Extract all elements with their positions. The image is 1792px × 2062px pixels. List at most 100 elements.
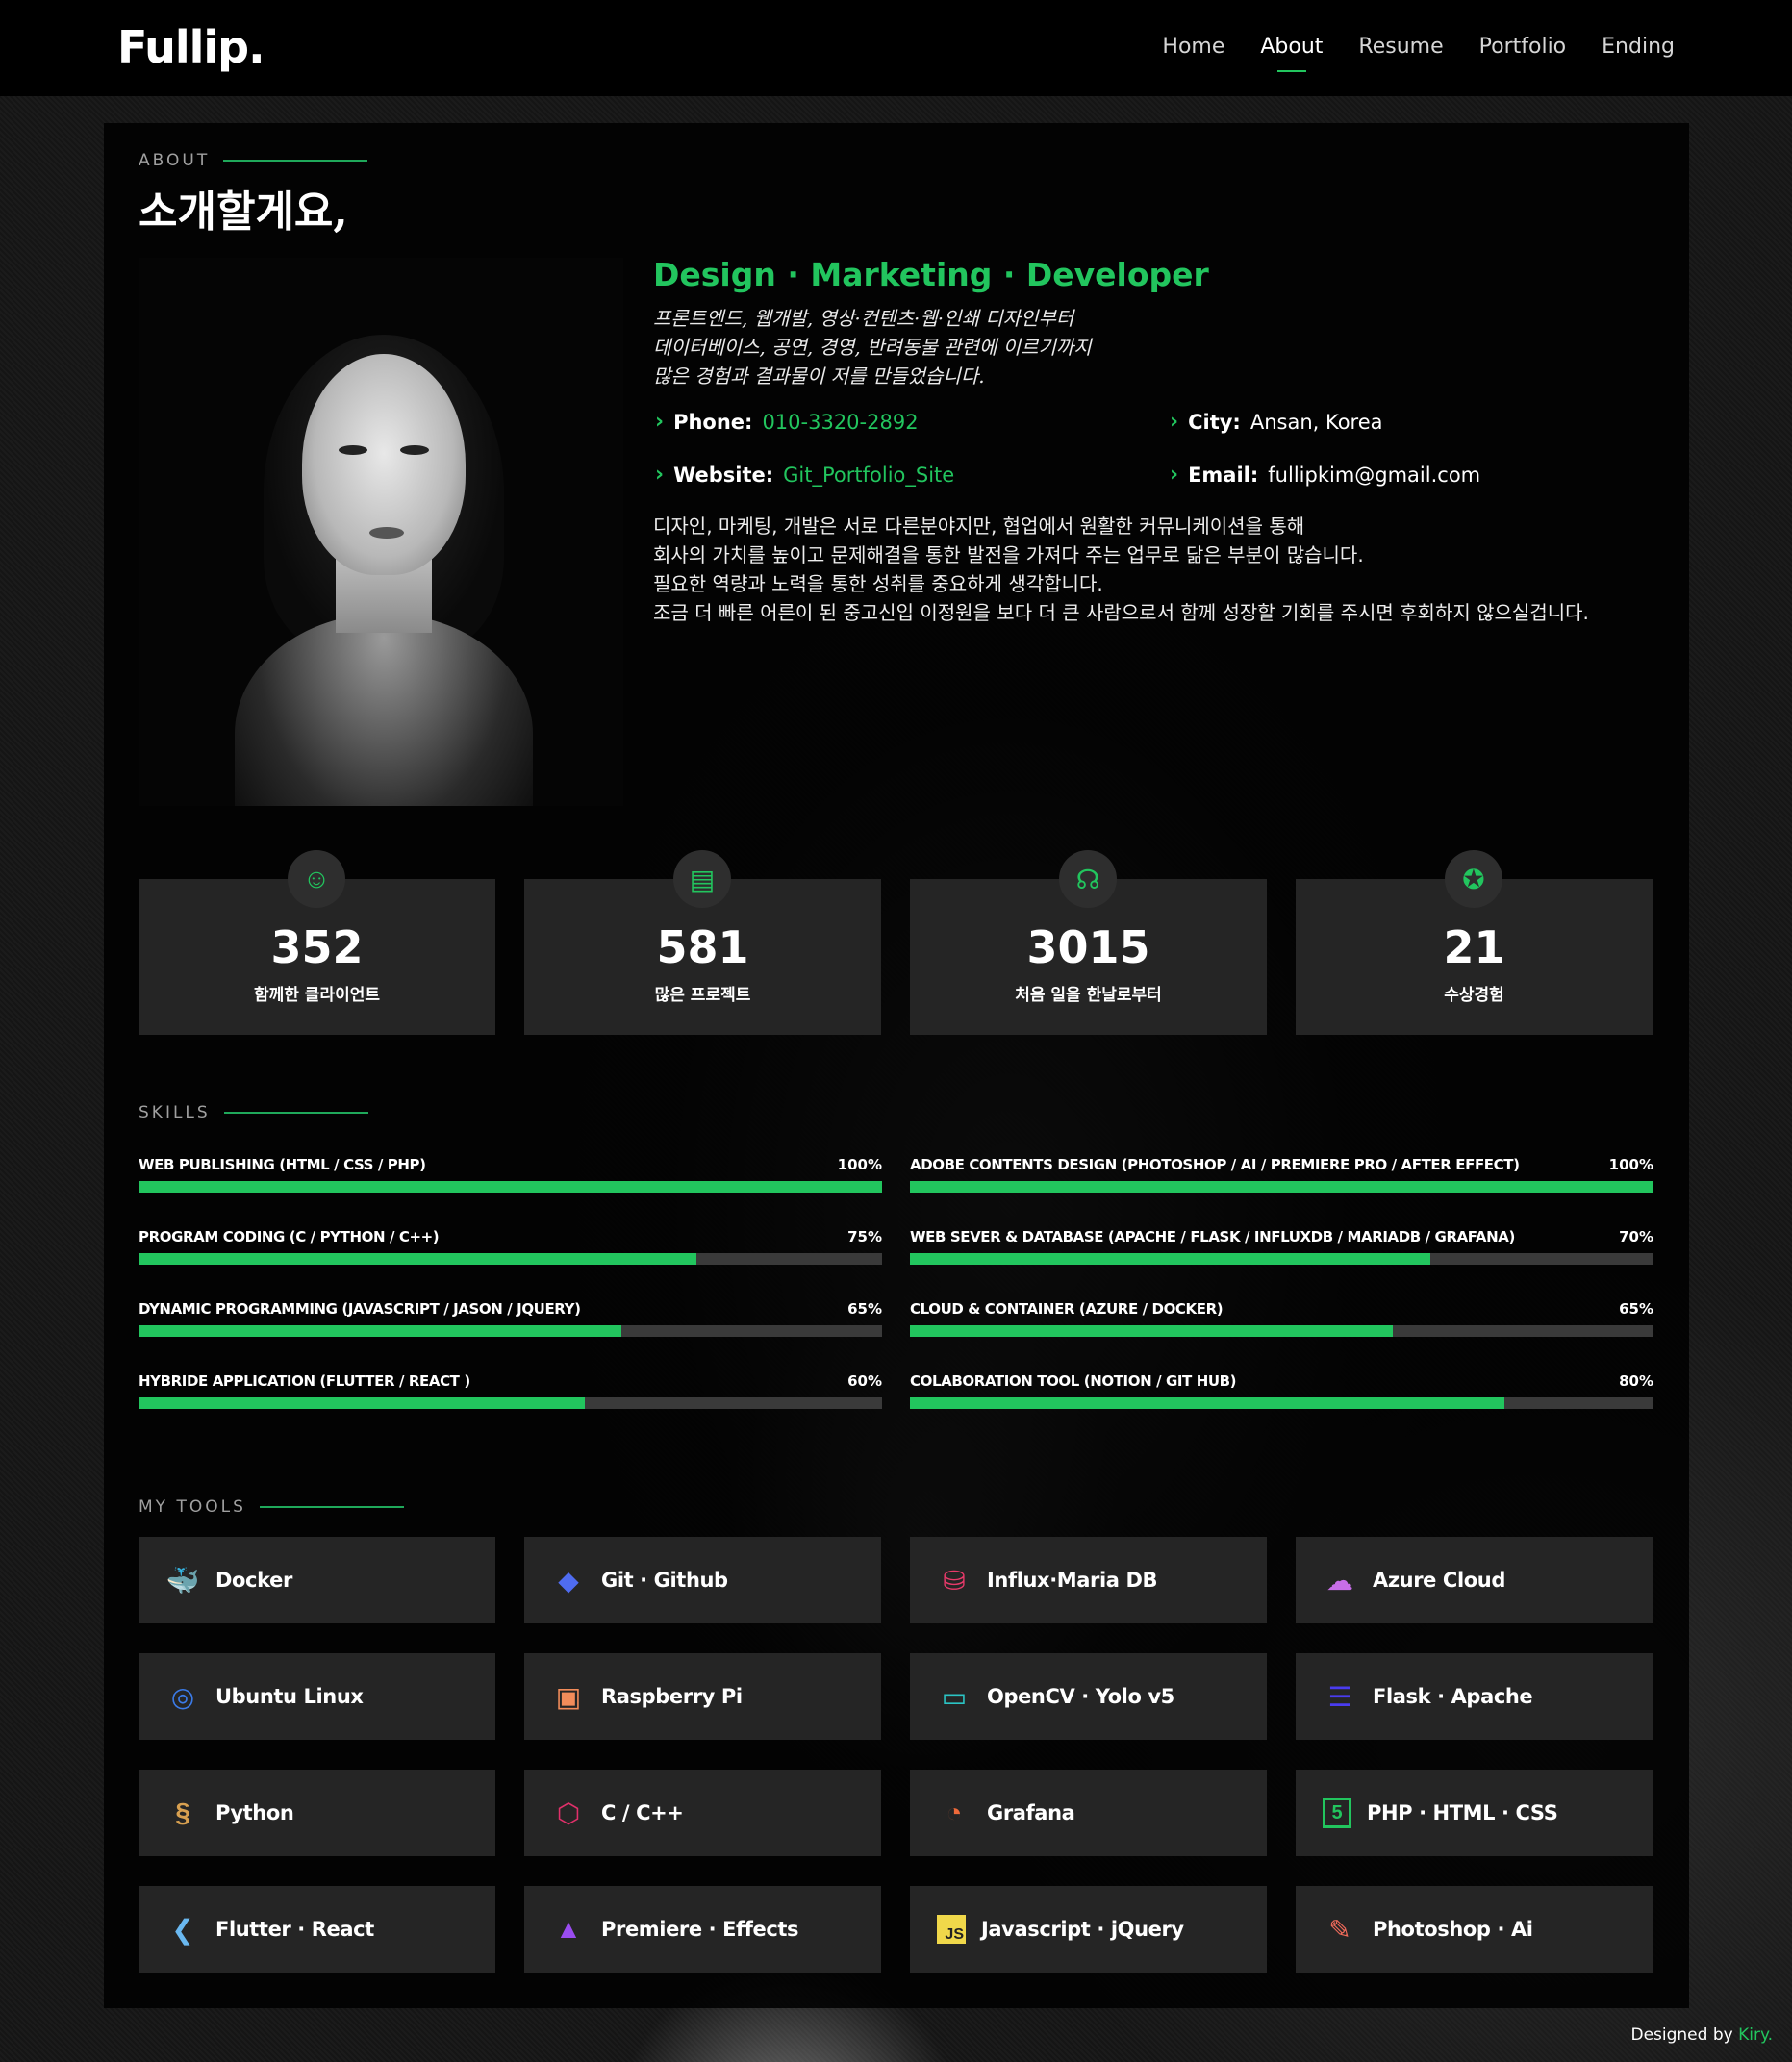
- skill-percent: 100%: [837, 1156, 882, 1173]
- tool-card[interactable]: ◆ Git · Github: [524, 1537, 881, 1623]
- site-header: Fullip. Home About Resume Portfolio Endi…: [0, 0, 1792, 96]
- tool-card[interactable]: ✎ Photoshop · Ai: [1296, 1886, 1653, 1973]
- tool-card[interactable]: JS Javascript · jQuery: [910, 1886, 1267, 1973]
- info-city: › City: Ansan, Korea: [1170, 410, 1383, 434]
- tool-card[interactable]: ▣ Raspberry Pi: [524, 1653, 881, 1740]
- website-link[interactable]: Git_Portfolio_Site: [783, 464, 954, 487]
- about-title: 소개할게요,: [139, 188, 348, 237]
- stat-card: ▤ 581 많은 프로젝트: [524, 850, 881, 1035]
- nav-home[interactable]: Home: [1162, 35, 1224, 66]
- skill-fill: [139, 1325, 622, 1337]
- skill-track: [139, 1397, 882, 1409]
- tool-card[interactable]: ◔ Grafana: [910, 1770, 1267, 1856]
- main-nav: Home About Resume Portfolio Ending: [1162, 35, 1675, 72]
- nav-resume[interactable]: Resume: [1358, 35, 1443, 66]
- intro-line: 데이터베이스, 공연, 경영, 반려동물 관련에 이르기까지: [653, 336, 1092, 359]
- skill-fill: [910, 1181, 1653, 1193]
- email-value[interactable]: fullipkim@gmail.com: [1268, 464, 1480, 487]
- tool-card[interactable]: § Python: [139, 1770, 495, 1856]
- stat-value: 21: [1443, 921, 1505, 973]
- docker-icon: 🐳: [165, 1565, 200, 1596]
- skill-name: ADOBE CONTENTS DESIGN (PHOTOSHOP / AI / …: [910, 1156, 1520, 1173]
- site-logo[interactable]: Fullip.: [117, 21, 265, 73]
- nav-ending[interactable]: Ending: [1602, 35, 1675, 66]
- tool-name: Python: [215, 1801, 294, 1824]
- skill-bar: CLOUD & CONTAINER (AZURE / DOCKER) 65%: [910, 1300, 1653, 1354]
- chevron-right-icon: ›: [655, 463, 665, 487]
- skill-fill: [139, 1181, 882, 1193]
- journal-icon: ▤: [673, 850, 731, 908]
- info-email: › Email: fullipkim@gmail.com: [1170, 463, 1480, 487]
- headset-icon: ☊: [1059, 850, 1117, 908]
- desc-line: 필요한 역량과 노력을 통한 성취를 중요하게 생각합니다.: [653, 572, 1103, 595]
- tool-card[interactable]: ☁ Azure Cloud: [1296, 1537, 1653, 1623]
- stat-value: 581: [656, 921, 749, 973]
- skill-percent: 100%: [1608, 1156, 1653, 1173]
- tools-label-text: MY TOOLS: [139, 1497, 246, 1517]
- skill-track: [910, 1181, 1653, 1193]
- skill-name: PROGRAM CODING (C / PYTHON / C++): [139, 1228, 440, 1245]
- tool-name: Photoshop · Ai: [1373, 1918, 1533, 1941]
- skill-track: [910, 1325, 1653, 1337]
- skill-bar: PROGRAM CODING (C / PYTHON / C++) 75%: [139, 1228, 882, 1282]
- chevron-right-icon: ›: [1170, 410, 1179, 434]
- javascript-icon: JS: [937, 1915, 966, 1944]
- about-section-label: ABOUT: [139, 151, 368, 170]
- tool-card[interactable]: 🐳 Docker: [139, 1537, 495, 1623]
- chevron-right-icon: ›: [1170, 463, 1179, 487]
- photo-eye-left: [339, 445, 367, 455]
- about-label-text: ABOUT: [139, 151, 211, 170]
- desc-line: 디자인, 마케팅, 개발은 서로 다른분야지만, 협업에서 원활한 커뮤니케이션…: [653, 515, 1305, 538]
- html5-icon: 5: [1323, 1798, 1351, 1828]
- tool-card[interactable]: ▲ Premiere · Effects: [524, 1886, 881, 1973]
- skill-track: [910, 1397, 1653, 1409]
- premiere-icon: ▲: [555, 1914, 582, 1944]
- skill-bar: WEB SEVER & DATABASE (APACHE / FLASK / I…: [910, 1228, 1653, 1282]
- footer-author-link[interactable]: Kiry.: [1738, 2025, 1773, 2045]
- phone-label: Phone:: [673, 410, 753, 434]
- about-description: 디자인, 마케팅, 개발은 서로 다른분야지만, 협업에서 원활한 커뮤니케이션…: [653, 512, 1673, 627]
- nav-about[interactable]: About: [1260, 35, 1323, 72]
- skill-name: CLOUD & CONTAINER (AZURE / DOCKER): [910, 1300, 1224, 1318]
- tool-name: C / C++: [601, 1801, 684, 1824]
- raspberry-icon: ▣: [555, 1681, 582, 1712]
- tool-card[interactable]: ⛁ Influx·Maria DB: [910, 1537, 1267, 1623]
- tool-card[interactable]: ☰ Flask · Apache: [1296, 1653, 1653, 1740]
- skill-fill: [910, 1397, 1505, 1409]
- stat-label: 수상경험: [1444, 986, 1504, 1005]
- chevron-right-icon: ›: [655, 410, 665, 434]
- server-icon: ☰: [1327, 1681, 1352, 1712]
- cpp-icon: ⬡: [556, 1798, 581, 1828]
- skill-bar: COLABORATION TOOL (NOTION / GIT HUB) 80%: [910, 1372, 1653, 1426]
- skill-percent: 80%: [1619, 1372, 1653, 1390]
- tool-name: Flask · Apache: [1373, 1685, 1533, 1708]
- info-phone: › Phone: 010-3320-2892: [655, 410, 919, 434]
- tool-card[interactable]: 5 PHP · HTML · CSS: [1296, 1770, 1653, 1856]
- skill-fill: [139, 1397, 585, 1409]
- skill-name: HYBRIDE APPLICATION (FLUTTER / REACT ): [139, 1372, 470, 1390]
- nav-portfolio[interactable]: Portfolio: [1479, 35, 1567, 66]
- python-icon: §: [175, 1798, 190, 1827]
- tool-card[interactable]: ⬡ C / C++: [524, 1770, 881, 1856]
- skill-track: [139, 1325, 882, 1337]
- city-value: Ansan, Korea: [1249, 410, 1383, 434]
- skill-percent: 65%: [1619, 1300, 1653, 1318]
- ubuntu-icon: ◎: [170, 1681, 195, 1712]
- skill-fill: [910, 1325, 1394, 1337]
- stat-label: 많은 프로젝트: [654, 986, 751, 1005]
- tools-label-line: [259, 1506, 404, 1508]
- tool-name: Ubuntu Linux: [215, 1685, 364, 1708]
- footer-prefix: Designed by: [1630, 2025, 1739, 2045]
- tool-name: Docker: [215, 1569, 292, 1592]
- skill-percent: 65%: [847, 1300, 882, 1318]
- tool-card[interactable]: ▭ OpenCV · Yolo v5: [910, 1653, 1267, 1740]
- skill-name: COLABORATION TOOL (NOTION / GIT HUB): [910, 1372, 1237, 1390]
- git-icon: ◆: [558, 1565, 579, 1596]
- tool-name: Influx·Maria DB: [987, 1569, 1158, 1592]
- tool-card[interactable]: ❮ Flutter · React: [139, 1886, 495, 1973]
- tool-card[interactable]: ◎ Ubuntu Linux: [139, 1653, 495, 1740]
- website-label: Website:: [673, 463, 774, 487]
- stat-card: ☺ 352 함께한 클라이언트: [139, 850, 495, 1035]
- phone-value[interactable]: 010-3320-2892: [762, 411, 918, 434]
- skill-percent: 75%: [847, 1228, 882, 1245]
